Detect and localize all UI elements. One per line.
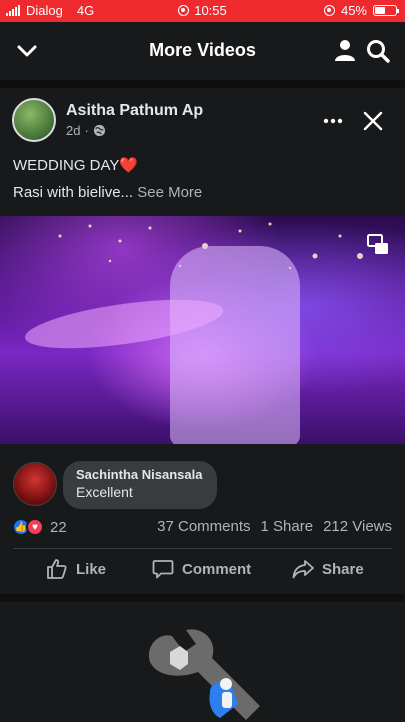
next-post-placeholder xyxy=(0,602,405,720)
view-count: 212 Views xyxy=(323,518,392,535)
post-subtext-content: Rasi with bielive... xyxy=(13,184,134,201)
love-reaction-icon: ♥ xyxy=(26,518,44,536)
comment-count[interactable]: 37 Comments xyxy=(157,518,250,535)
post-text-content: WEDDING DAY xyxy=(13,157,120,174)
picture-in-picture-icon[interactable] xyxy=(367,234,389,256)
reactions-summary[interactable]: 👍 ♥ 22 xyxy=(12,518,67,536)
reaction-count: 22 xyxy=(50,518,67,536)
status-bar: Dialog 4G 10:55 45% xyxy=(0,0,405,22)
status-right: 45% xyxy=(323,3,399,18)
post-header: Asitha Pathum Ap 2d · xyxy=(0,88,405,154)
separator xyxy=(0,594,405,602)
author-name[interactable]: Asitha Pathum Ap xyxy=(66,102,203,120)
post-meta: 2d · xyxy=(66,123,106,138)
divider xyxy=(13,548,392,549)
share-count[interactable]: 1 Share xyxy=(261,518,314,535)
top-bar: More Videos xyxy=(0,22,405,80)
comment-label: Comment xyxy=(182,560,252,578)
comment-text: Excellent xyxy=(76,484,133,500)
share-icon xyxy=(292,560,314,579)
share-label: Share xyxy=(322,560,364,578)
comment-button[interactable]: Comment xyxy=(152,558,251,580)
post-text: WEDDING DAY❤️ xyxy=(13,156,138,174)
more-options-icon[interactable] xyxy=(323,112,343,130)
comment-preview[interactable]: Sachintha Nisansala Excellent xyxy=(0,456,405,512)
commenter-name: Sachintha Nisansala xyxy=(76,467,203,482)
search-icon[interactable] xyxy=(365,38,391,64)
meta-dot: · xyxy=(84,123,89,138)
share-button[interactable]: Share xyxy=(292,558,364,580)
battery-percent: 45% xyxy=(340,3,367,18)
clock: 10:55 xyxy=(194,3,227,18)
comment-icon xyxy=(152,560,174,579)
post-time: 2d xyxy=(66,123,81,138)
stats-right: 37 Comments 1 Share 212 Views xyxy=(157,518,392,535)
thumbs-up-icon xyxy=(47,559,67,579)
rotation-lock-icon xyxy=(323,5,335,16)
wrench-illustration-icon xyxy=(148,629,260,720)
like-button[interactable]: Like xyxy=(46,558,106,580)
see-more-link[interactable]: See More xyxy=(137,184,202,201)
like-label: Like xyxy=(76,560,107,578)
comment-bubble[interactable]: Sachintha Nisansala Excellent xyxy=(63,461,217,509)
video-player[interactable] xyxy=(0,216,405,444)
post-subtext: Rasi with bielive... See More xyxy=(13,184,202,201)
author-avatar[interactable] xyxy=(12,98,56,142)
close-icon[interactable] xyxy=(363,111,383,131)
commenter-avatar[interactable] xyxy=(13,462,57,506)
recording-icon xyxy=(178,5,190,16)
heart-emoji: ❤️ xyxy=(119,157,139,174)
globe-icon xyxy=(93,124,105,137)
battery-icon xyxy=(373,5,399,16)
separator xyxy=(0,80,405,88)
video-figure xyxy=(170,246,300,444)
profile-icon[interactable] xyxy=(333,38,357,62)
post-stats: 👍 ♥ 22 37 Comments 1 Share 212 Views xyxy=(0,516,405,540)
action-bar: Like Comment Share xyxy=(0,552,405,592)
